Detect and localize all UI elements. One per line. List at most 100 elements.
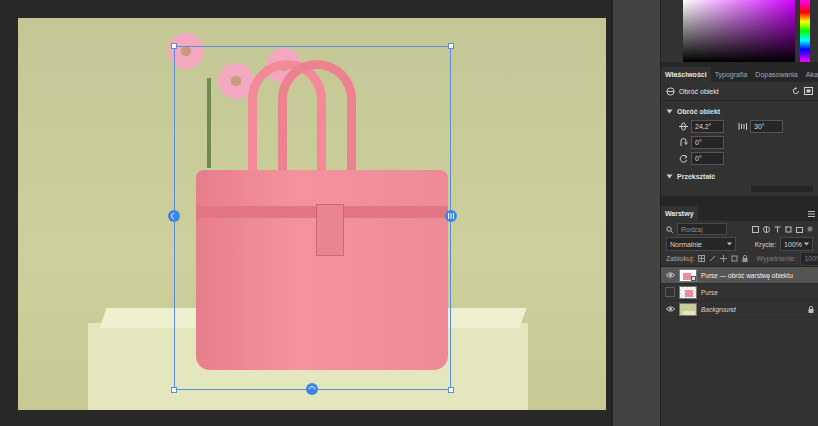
layers-list: Purse — obróć warstwę obiektu Purse Backgr… <box>661 266 818 318</box>
color-field[interactable] <box>683 0 795 62</box>
panel-tab[interactable]: Typografia <box>711 67 752 82</box>
menu-icon[interactable] <box>808 211 815 217</box>
fill-field: 100% <box>800 252 818 266</box>
right-panel: WłaściwościTypografiaDopasowaniaAkapit Ob… <box>660 0 818 426</box>
filter-smart-icon[interactable] <box>796 226 803 233</box>
thumb-shape <box>683 311 695 315</box>
lock-row: Zablokuj:Wypełnienie:100% <box>661 251 818 266</box>
visibility-toggle[interactable] <box>665 287 675 297</box>
lock-slot <box>808 289 814 296</box>
lock-artboard-icon[interactable] <box>731 255 738 262</box>
opacity-label: Krycie: <box>755 241 776 248</box>
filter-type-icon[interactable] <box>774 226 781 233</box>
layer-name: Purse <box>701 289 804 296</box>
layer-row[interactable]: Background <box>661 301 818 318</box>
rotation-handle[interactable] <box>168 210 180 222</box>
layer-name: Purse — obróć warstwę obiektu <box>701 272 804 279</box>
hue-slider[interactable] <box>800 0 810 62</box>
tab-spacer <box>698 206 805 221</box>
chevron-icon[interactable] <box>666 108 673 115</box>
field-row: 0° <box>661 150 818 166</box>
transform-controls-peek <box>751 186 813 192</box>
dropdown-icon <box>804 242 809 246</box>
panel-tab[interactable]: Warstwy <box>661 206 698 221</box>
blend-mode-select[interactable]: Normalnie <box>666 237 736 251</box>
fill-value: 100% <box>804 255 818 262</box>
filter-shape-icon[interactable] <box>785 226 792 233</box>
layers-empty-area <box>661 318 818 426</box>
tilt-handle-icon[interactable] <box>168 210 180 222</box>
field-row: 24,2° 30° <box>661 118 818 134</box>
filter-pixel-icon[interactable] <box>752 226 759 233</box>
angle-field[interactable]: 24,2° <box>691 120 724 133</box>
corner-handle[interactable] <box>448 387 454 393</box>
field-row: 0° <box>661 134 818 150</box>
filter-row <box>661 221 818 237</box>
canvas-photo <box>18 18 606 410</box>
eye-icon[interactable] <box>666 272 675 278</box>
properties-title: Obróć obiekt <box>679 88 719 95</box>
layers-tabs: Warstwy <box>661 206 818 221</box>
eye-icon[interactable] <box>666 306 675 312</box>
panel-menu[interactable] <box>805 206 818 221</box>
layer-thumbnail <box>679 286 697 299</box>
section-title: Przekształć <box>677 173 715 180</box>
panel-dock-strip <box>612 0 660 426</box>
layer-filter[interactable] <box>677 223 727 235</box>
lock-brush-icon[interactable] <box>709 255 716 262</box>
fit-icon[interactable] <box>804 87 813 95</box>
filter-adjust-icon[interactable] <box>763 226 770 233</box>
lock-slot <box>808 272 814 279</box>
layer-name: Background <box>701 306 804 313</box>
properties-tabs: WłaściwościTypografiaDopasowaniaAkapit <box>661 67 818 82</box>
tilt-icon <box>679 122 688 131</box>
rotation-handle[interactable] <box>306 383 318 395</box>
layer-row[interactable]: Purse — obróć warstwę obiektu <box>661 267 818 284</box>
lock-all-icon[interactable] <box>742 255 748 262</box>
bag-tab <box>316 204 344 256</box>
workspace <box>0 0 612 426</box>
corner-handle[interactable] <box>448 43 454 49</box>
layer-thumbnail <box>679 303 697 316</box>
reset-icon[interactable] <box>792 87 800 95</box>
angle-field[interactable]: 0° <box>691 152 724 165</box>
chevron-icon[interactable] <box>666 173 673 180</box>
transform-bounding-box[interactable] <box>174 46 451 390</box>
smart-badge <box>691 276 696 281</box>
search-icon <box>666 226 673 233</box>
roll-icon <box>679 154 688 163</box>
panel-separator <box>661 196 818 206</box>
perspective-handle-icon[interactable] <box>445 210 457 222</box>
panel-tab[interactable]: Dopasowania <box>751 67 801 82</box>
panel-tab[interactable]: Właściwości <box>661 67 711 82</box>
layer-thumbnail <box>679 269 697 282</box>
stems <box>183 78 243 168</box>
corner-handle[interactable] <box>171 387 177 393</box>
lock-move-icon[interactable] <box>720 255 727 262</box>
pan-icon <box>679 138 688 147</box>
section-header[interactable]: Obróć obiekt <box>661 104 818 118</box>
layer-row[interactable]: Purse <box>661 284 818 301</box>
filter-toggle-icon[interactable] <box>807 226 813 232</box>
visibility-toggle[interactable] <box>665 270 675 280</box>
pan-handle-icon[interactable] <box>306 383 318 395</box>
lock-icon <box>808 306 814 313</box>
bag-body <box>196 170 448 370</box>
fill-label: Wypełnienie: <box>756 255 796 262</box>
angle-field[interactable]: 30° <box>750 120 783 133</box>
thumb-shape <box>685 290 693 297</box>
thumb-shape <box>683 273 691 280</box>
properties-header: Obróć obiekt <box>661 82 818 101</box>
angle-field[interactable]: 0° <box>691 136 724 149</box>
rotate-3d-icon <box>666 87 675 96</box>
panel-tab[interactable]: Akapit <box>802 67 818 82</box>
lock-pixels-icon[interactable] <box>698 255 705 262</box>
visibility-toggle[interactable] <box>665 304 675 314</box>
section-title: Obróć obiekt <box>677 108 720 115</box>
opacity-field[interactable]: 100% <box>780 237 813 251</box>
section-header[interactable]: Przekształć <box>661 169 818 183</box>
corner-handle[interactable] <box>171 43 177 49</box>
perspective-icon <box>738 122 747 131</box>
blend-mode-value: Normalnie <box>670 241 702 248</box>
rotation-handle[interactable] <box>445 210 457 222</box>
